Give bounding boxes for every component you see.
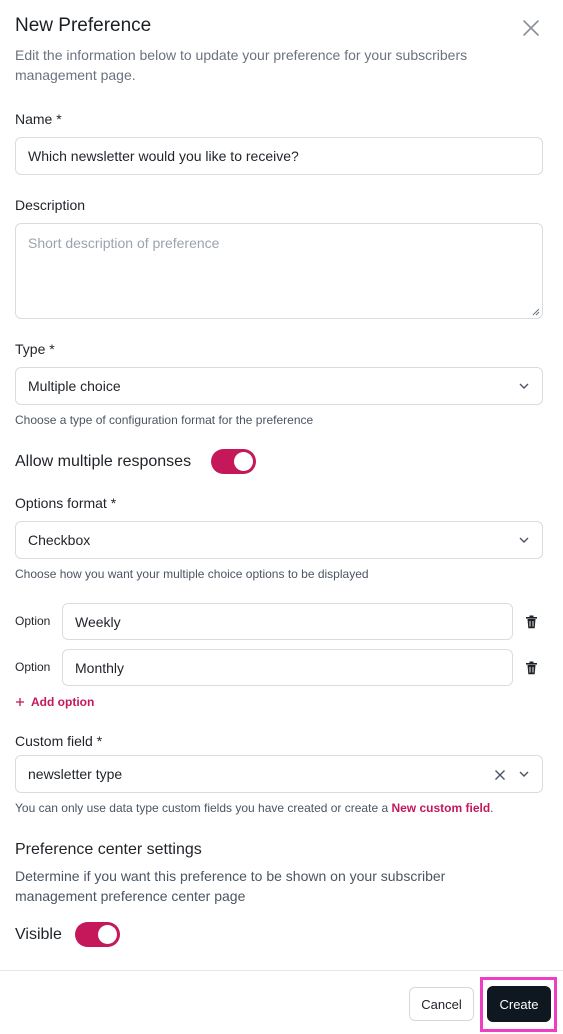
- allow-multiple-toggle[interactable]: [211, 449, 256, 474]
- option-label: Option: [15, 660, 51, 674]
- options-format-select[interactable]: Checkbox: [15, 521, 543, 559]
- visible-toggle[interactable]: [75, 922, 120, 947]
- footer-divider: [0, 970, 563, 971]
- cancel-button[interactable]: Cancel: [409, 987, 474, 1021]
- option-label: Option: [15, 614, 51, 628]
- preference-center-title: Preference center settings: [15, 841, 202, 858]
- custom-field-select[interactable]: newsletter type: [15, 755, 543, 793]
- resize-handle-icon[interactable]: [531, 307, 540, 316]
- type-select-value: Multiple choice: [28, 378, 121, 394]
- custom-field-help-prefix: You can only use data type custom fields…: [15, 801, 389, 815]
- type-label: Type *: [15, 341, 55, 357]
- option-input[interactable]: Monthly: [62, 649, 513, 686]
- custom-field-label: Custom field *: [15, 733, 103, 749]
- dialog-subtitle: Edit the information below to update you…: [15, 47, 468, 83]
- type-help-text: Choose a type of configuration format fo…: [15, 413, 314, 427]
- chevron-down-icon: [519, 383, 529, 389]
- trash-icon[interactable]: [525, 661, 538, 675]
- option-input[interactable]: Weekly: [62, 603, 513, 640]
- description-textarea[interactable]: Short description of preference: [15, 223, 543, 319]
- allow-multiple-label: Allow multiple responses: [15, 453, 192, 470]
- toggle-knob: [234, 452, 253, 471]
- custom-field-value: newsletter type: [28, 766, 123, 782]
- add-option-button[interactable]: Add option: [15, 695, 94, 709]
- custom-field-help-suffix: .: [490, 801, 494, 815]
- add-option-label: Add option: [31, 695, 95, 709]
- close-button[interactable]: [519, 16, 543, 40]
- chevron-down-icon: [519, 537, 529, 543]
- trash-icon[interactable]: [525, 615, 538, 629]
- plus-icon: [16, 698, 24, 706]
- options-format-help-text: Choose how you want your multiple choice…: [15, 567, 369, 581]
- option-value: Weekly: [75, 613, 121, 630]
- new-preference-dialog: New Preference Edit the information belo…: [0, 0, 563, 1034]
- chevron-down-icon: [519, 771, 529, 777]
- option-value: Monthly: [75, 659, 125, 676]
- description-placeholder: Short description of preference: [28, 235, 220, 251]
- options-format-label: Options format *: [15, 495, 117, 511]
- name-input[interactable]: Which newsletter would you like to recei…: [15, 137, 543, 175]
- clear-icon[interactable]: [494, 769, 506, 781]
- visible-label: Visible: [15, 926, 62, 943]
- preference-center-description: Determine if you want this preference to…: [15, 868, 446, 904]
- type-select[interactable]: Multiple choice: [15, 367, 543, 405]
- create-button[interactable]: Create: [487, 986, 551, 1022]
- options-format-value: Checkbox: [28, 532, 91, 548]
- description-label: Description: [15, 197, 86, 213]
- name-input-value: Which newsletter would you like to recei…: [28, 148, 299, 164]
- custom-field-help-text: You can only use data type custom fields…: [15, 801, 494, 815]
- close-icon: [523, 20, 539, 36]
- new-custom-field-link[interactable]: New custom field: [391, 801, 490, 815]
- toggle-knob: [98, 925, 117, 944]
- name-label: Name *: [15, 111, 62, 127]
- dialog-title: New Preference: [15, 15, 152, 36]
